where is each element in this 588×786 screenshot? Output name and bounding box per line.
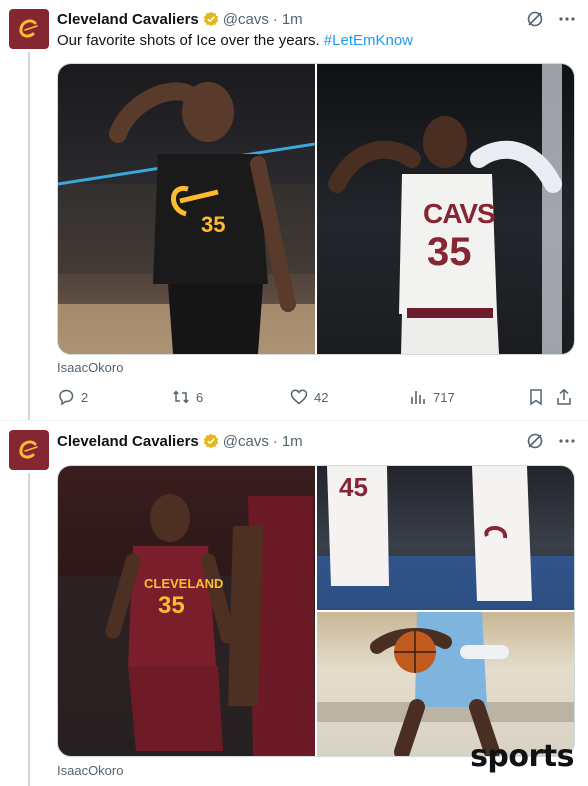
photo-illustration [58, 494, 315, 756]
verified-badge-icon [203, 11, 218, 27]
views-icon [411, 391, 425, 404]
media-grid[interactable]: 35 CAVS 35 [57, 63, 575, 355]
tweet-top-actions [526, 10, 576, 28]
like-button[interactable]: 42 [290, 388, 328, 406]
tweet-header: Cleveland Cavaliers @cavs · 1m [57, 9, 303, 29]
repost-icon [173, 390, 189, 404]
views-button[interactable]: 717 [409, 388, 455, 406]
timestamp[interactable]: 1m [282, 433, 303, 450]
bookmark-icon [530, 389, 542, 406]
reply-button[interactable]: 2 [57, 388, 88, 406]
grok-icon[interactable] [526, 432, 544, 450]
photo-smile[interactable]: CLEVELAND 35 [58, 466, 315, 756]
tweet-body: Our favorite shots of Ice over the years… [57, 32, 320, 49]
action-bar: 2 6 42 717 [57, 388, 575, 408]
account-name[interactable]: Cleveland Cavaliers [57, 433, 199, 450]
separator: · [272, 432, 278, 450]
share-button[interactable] [555, 388, 573, 406]
timestamp[interactable]: 1m [282, 11, 303, 28]
photo-illustration [58, 82, 315, 354]
grok-icon[interactable] [526, 10, 544, 28]
repost-button[interactable]: 6 [172, 388, 203, 406]
watermark: sports [470, 739, 574, 774]
jersey-number: 35 [158, 592, 185, 619]
verified-badge-icon [203, 433, 218, 449]
photo-game-action[interactable]: 45 [317, 466, 574, 610]
separator: · [272, 10, 278, 28]
thread-line [28, 473, 30, 786]
photo-celebration[interactable]: 35 [58, 64, 315, 354]
tweet-header: Cleveland Cavaliers @cavs · 1m [57, 431, 303, 451]
photo-flex-pose[interactable]: CAVS 35 [317, 64, 574, 354]
tweet-text: Our favorite shots of Ice over the years… [57, 31, 413, 51]
share-icon [557, 388, 571, 405]
like-icon [290, 389, 308, 405]
account-handle[interactable]: @cavs [223, 11, 269, 28]
avatar[interactable] [9, 430, 49, 470]
tweet-2[interactable]: Cleveland Cavaliers @cavs · 1m CLEVELAND… [0, 421, 588, 786]
cavs-logo-icon [19, 19, 38, 38]
avatar[interactable] [9, 9, 49, 49]
reply-icon [59, 389, 74, 406]
more-icon[interactable] [558, 432, 576, 450]
tweet-1[interactable]: Cleveland Cavaliers @cavs · 1m Our favor… [0, 0, 588, 420]
account-name[interactable]: Cleveland Cavaliers [57, 11, 199, 28]
photo-seated[interactable] [317, 612, 574, 756]
repost-count: 6 [196, 389, 204, 405]
hashtag-link[interactable]: #LetEmKnow [324, 32, 413, 49]
photo-credit[interactable]: IsaacOkoro [57, 360, 123, 375]
reply-count: 2 [81, 389, 89, 405]
more-icon[interactable] [558, 10, 576, 28]
like-count: 42 [314, 389, 329, 405]
photo-credit[interactable]: IsaacOkoro [57, 763, 123, 778]
jersey-text: CLEVELAND [144, 576, 224, 591]
views-count: 717 [433, 389, 455, 405]
jersey-number: 35 [201, 212, 226, 237]
tweet-top-actions [526, 432, 576, 450]
media-grid[interactable]: CLEVELAND 35 45 [57, 465, 575, 757]
jersey-number-45: 45 [339, 472, 368, 502]
thread-line [28, 52, 30, 420]
jersey-number: 35 [427, 230, 472, 274]
jersey-cavs-text: CAVS [423, 198, 496, 229]
cavs-logo-icon [19, 440, 38, 459]
account-handle[interactable]: @cavs [223, 433, 269, 450]
bookmark-button[interactable] [527, 388, 545, 406]
photo-illustration [317, 612, 574, 756]
